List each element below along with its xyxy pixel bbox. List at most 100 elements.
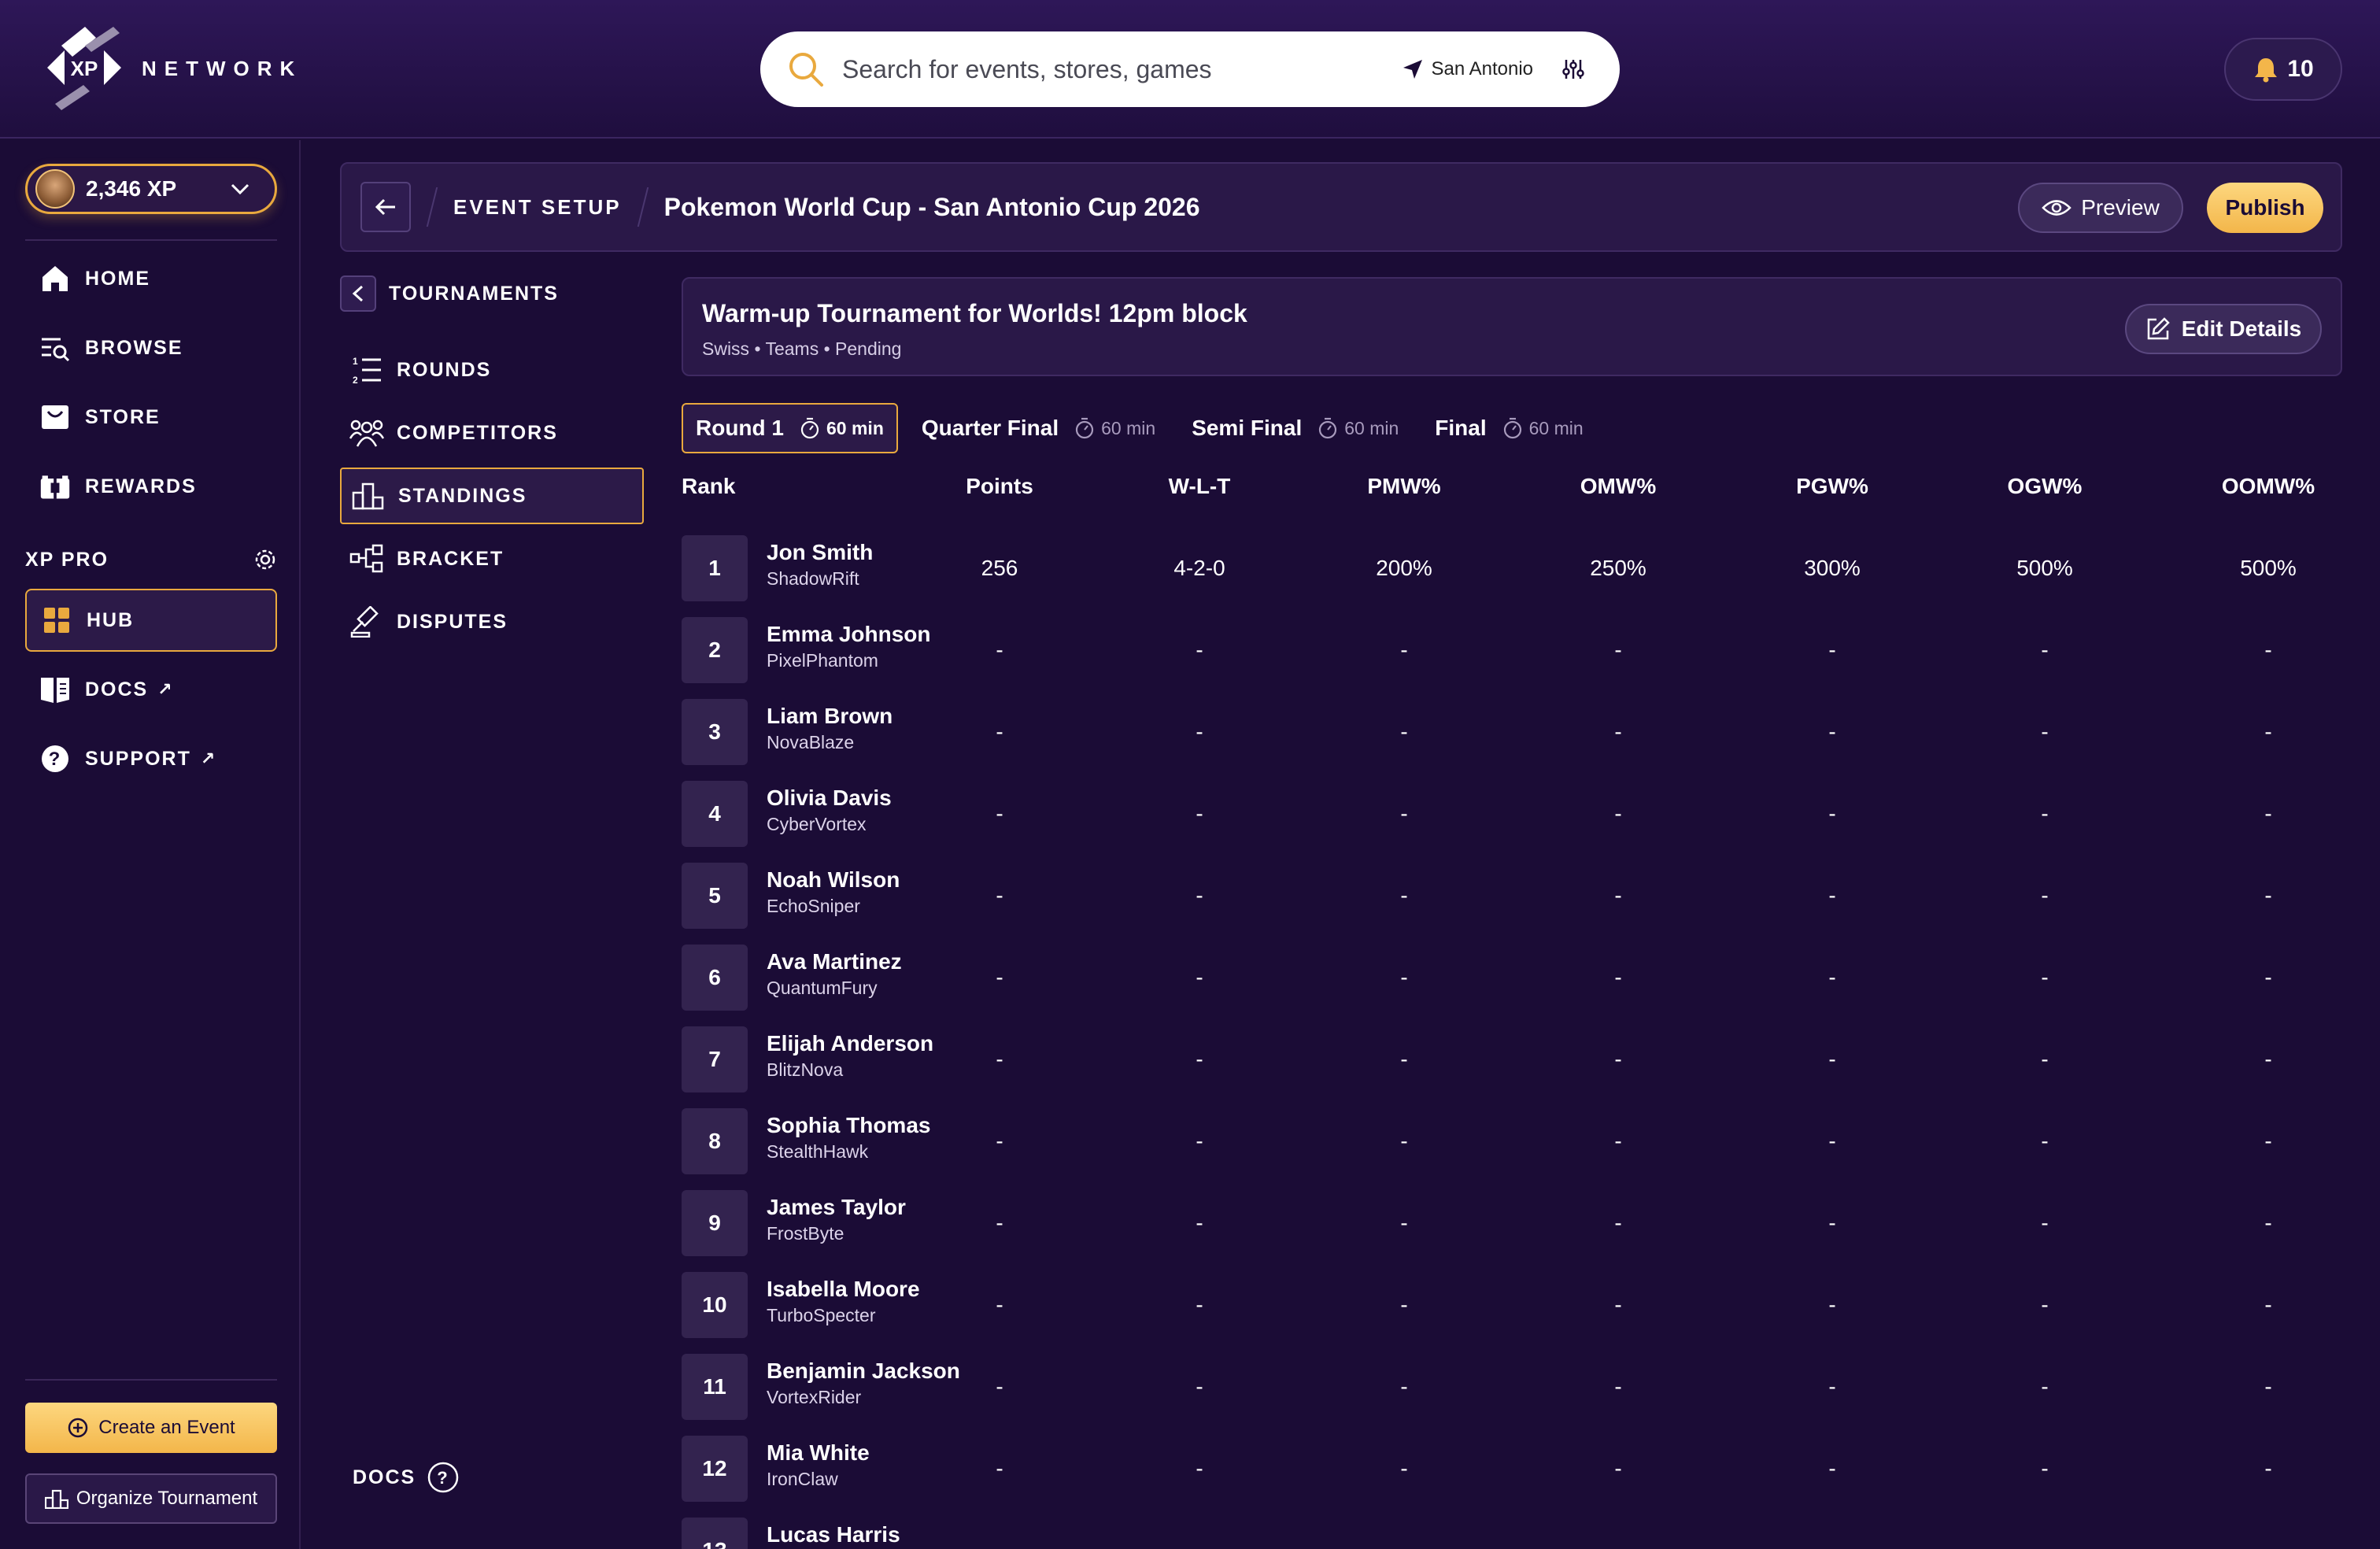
table-row[interactable]: 6 Ava Martinez QuantumFury - - - - - - - <box>682 937 2342 1018</box>
cell-oomw: - <box>2264 801 2272 826</box>
column-header-wlt[interactable]: W-L-T <box>1136 474 1262 499</box>
cell-pmw: - <box>1400 965 1408 989</box>
cell-ogw: - <box>2041 1047 2049 1071</box>
subnav-item-rounds[interactable]: 12 ROUNDS <box>340 342 644 398</box>
xp-balance-dropdown[interactable]: 2,346 XP <box>25 164 277 214</box>
player-name: James Taylor <box>767 1195 906 1219</box>
cell-oomw: - <box>2264 965 2272 989</box>
publish-button[interactable]: Publish <box>2207 183 2323 233</box>
table-row[interactable]: 8 Sophia Thomas StealthHawk - - - - - - - <box>682 1100 2342 1182</box>
subnav-item-bracket[interactable]: BRACKET <box>340 531 644 587</box>
cell-wlt: - <box>1196 1456 1203 1481</box>
table-row[interactable]: 11 Benjamin Jackson VortexRider - - - - - - - <box>682 1346 2342 1428</box>
sidebar-item-hub[interactable]: HUB <box>25 589 277 652</box>
location-selector[interactable]: San Antonio <box>1402 58 1533 80</box>
sidebar-item-label: SUPPORT <box>85 747 191 770</box>
breadcrumb[interactable]: EVENT SETUP <box>453 195 622 220</box>
sidebar-item-store[interactable]: STORE <box>25 386 277 449</box>
sidebar-item-support[interactable]: ? SUPPORT ↗ <box>25 727 277 790</box>
subnav-item-standings[interactable]: STANDINGS <box>340 468 644 524</box>
tab-round-1[interactable]: Round 1 60 min <box>682 403 898 453</box>
divider <box>25 239 277 241</box>
cell-wlt: - <box>1196 965 1203 989</box>
cell-pmw: - <box>1400 1129 1408 1153</box>
sidebar-item-docs[interactable]: DOCS ↗ <box>25 658 277 721</box>
search-bar[interactable]: San Antonio <box>760 31 1620 107</box>
search-input[interactable] <box>842 54 1402 84</box>
table-row[interactable]: 12 Mia White IronClaw - - - - - - - <box>682 1428 2342 1510</box>
player-name: Benjamin Jackson <box>767 1359 960 1383</box>
tab-duration: 60 min <box>800 417 884 439</box>
table-row[interactable]: 2 Emma Johnson PixelPhantom - - - - - - - <box>682 609 2342 691</box>
cell-pgw: - <box>1828 719 1836 744</box>
cell-ogw: - <box>2041 1211 2049 1235</box>
cell-omw: - <box>1614 1129 1622 1153</box>
standings-table-header: Rank Points W-L-T PMW% OMW% PGW% OGW% OO… <box>682 474 2342 505</box>
table-row[interactable]: 7 Elijah Anderson BlitzNova - - - - - - - <box>682 1018 2342 1100</box>
stopwatch-icon <box>1503 417 1521 439</box>
cell-points: - <box>996 1129 1003 1153</box>
sidebar-item-home[interactable]: HOME <box>25 247 277 310</box>
cell-wlt: - <box>1196 719 1203 744</box>
sidebar-item-browse[interactable]: BROWSE <box>25 316 277 379</box>
avatar <box>35 169 75 209</box>
bracket-icon <box>349 542 384 576</box>
column-header-ogw[interactable]: OGW% <box>1982 474 2108 499</box>
cell-oomw: - <box>2264 1047 2272 1071</box>
docs-help-link[interactable]: DOCS ? <box>353 1461 460 1494</box>
player-name: Mia White <box>767 1440 870 1465</box>
chevron-down-icon <box>231 183 249 195</box>
create-event-button[interactable]: Create an Event <box>25 1403 277 1453</box>
cell-pmw: - <box>1400 883 1408 908</box>
filter-icon[interactable] <box>1561 57 1585 81</box>
column-header-points[interactable]: Points <box>937 474 1062 499</box>
logo[interactable]: XP NETWORK <box>38 22 302 115</box>
cell-wlt: 4-2-0 <box>1173 556 1225 580</box>
cell-omw: 250% <box>1590 556 1646 580</box>
subnav-item-competitors[interactable]: COMPETITORS <box>340 405 644 461</box>
organize-tournament-button[interactable]: Organize Tournament <box>25 1473 277 1524</box>
cell-pgw: - <box>1828 1292 1836 1317</box>
player-handle: QuantumFury <box>767 978 878 998</box>
sidebar-item-rewards[interactable]: REWARDS <box>25 455 277 518</box>
rank-badge: 8 <box>682 1108 748 1174</box>
column-header-omw[interactable]: OMW% <box>1555 474 1681 499</box>
table-row[interactable]: 4 Olivia Davis CyberVortex - - - - - - - <box>682 773 2342 855</box>
tab-final[interactable]: Final 60 min <box>1422 403 1595 453</box>
column-header-pgw[interactable]: PGW% <box>1769 474 1895 499</box>
tournaments-back-link[interactable]: TOURNAMENTS <box>340 275 559 312</box>
support-icon: ? <box>39 743 71 774</box>
breadcrumb-separator <box>637 187 649 227</box>
table-row[interactable]: 5 Noah Wilson EchoSniper - - - - - - - <box>682 855 2342 937</box>
preview-button[interactable]: Preview <box>2018 183 2183 233</box>
notification-count: 10 <box>2287 56 2314 82</box>
player-name: Emma Johnson <box>767 622 931 646</box>
table-row[interactable]: 10 Isabella Moore TurboSpecter - - - - - - - <box>682 1264 2342 1346</box>
cell-pgw: - <box>1828 1456 1836 1481</box>
gear-icon[interactable] <box>253 548 277 571</box>
player-name: Noah Wilson <box>767 867 900 892</box>
back-button[interactable] <box>360 182 411 232</box>
table-row[interactable]: 13 Lucas Harris - - - - - - - <box>682 1510 2342 1549</box>
tab-semi-final[interactable]: Semi Final 60 min <box>1179 403 1411 453</box>
rank-badge: 10 <box>682 1272 748 1338</box>
cell-pgw: 300% <box>1804 556 1861 580</box>
table-row[interactable]: 3 Liam Brown NovaBlaze - - - - - - - <box>682 691 2342 773</box>
cell-points: 256 <box>981 556 1018 580</box>
player-handle: StealthHawk <box>767 1141 869 1162</box>
column-header-oomw[interactable]: OOMW% <box>2205 474 2331 499</box>
tab-label: Final <box>1435 416 1487 440</box>
column-header-pmw[interactable]: PMW% <box>1341 474 1467 499</box>
table-row[interactable]: 9 James Taylor FrostByte - - - - - - - <box>682 1182 2342 1264</box>
tournament-card: Warm-up Tournament for Worlds! 12pm bloc… <box>682 277 2342 376</box>
player-handle: ShadowRift <box>767 568 859 589</box>
subnav-item-disputes[interactable]: DISPUTES <box>340 593 644 650</box>
cell-points: - <box>996 965 1003 989</box>
notifications-button[interactable]: 10 <box>2224 38 2342 101</box>
rank-badge: 2 <box>682 617 748 683</box>
edit-details-button[interactable]: Edit Details <box>2125 304 2322 354</box>
table-row[interactable]: 1 Jon Smith ShadowRift 256 4-2-0 200% 250% 300%… <box>682 527 2342 609</box>
tab-quarter-final[interactable]: Quarter Final 60 min <box>909 403 1168 453</box>
cell-points: - <box>996 638 1003 662</box>
player-name: Jon Smith <box>767 540 874 564</box>
